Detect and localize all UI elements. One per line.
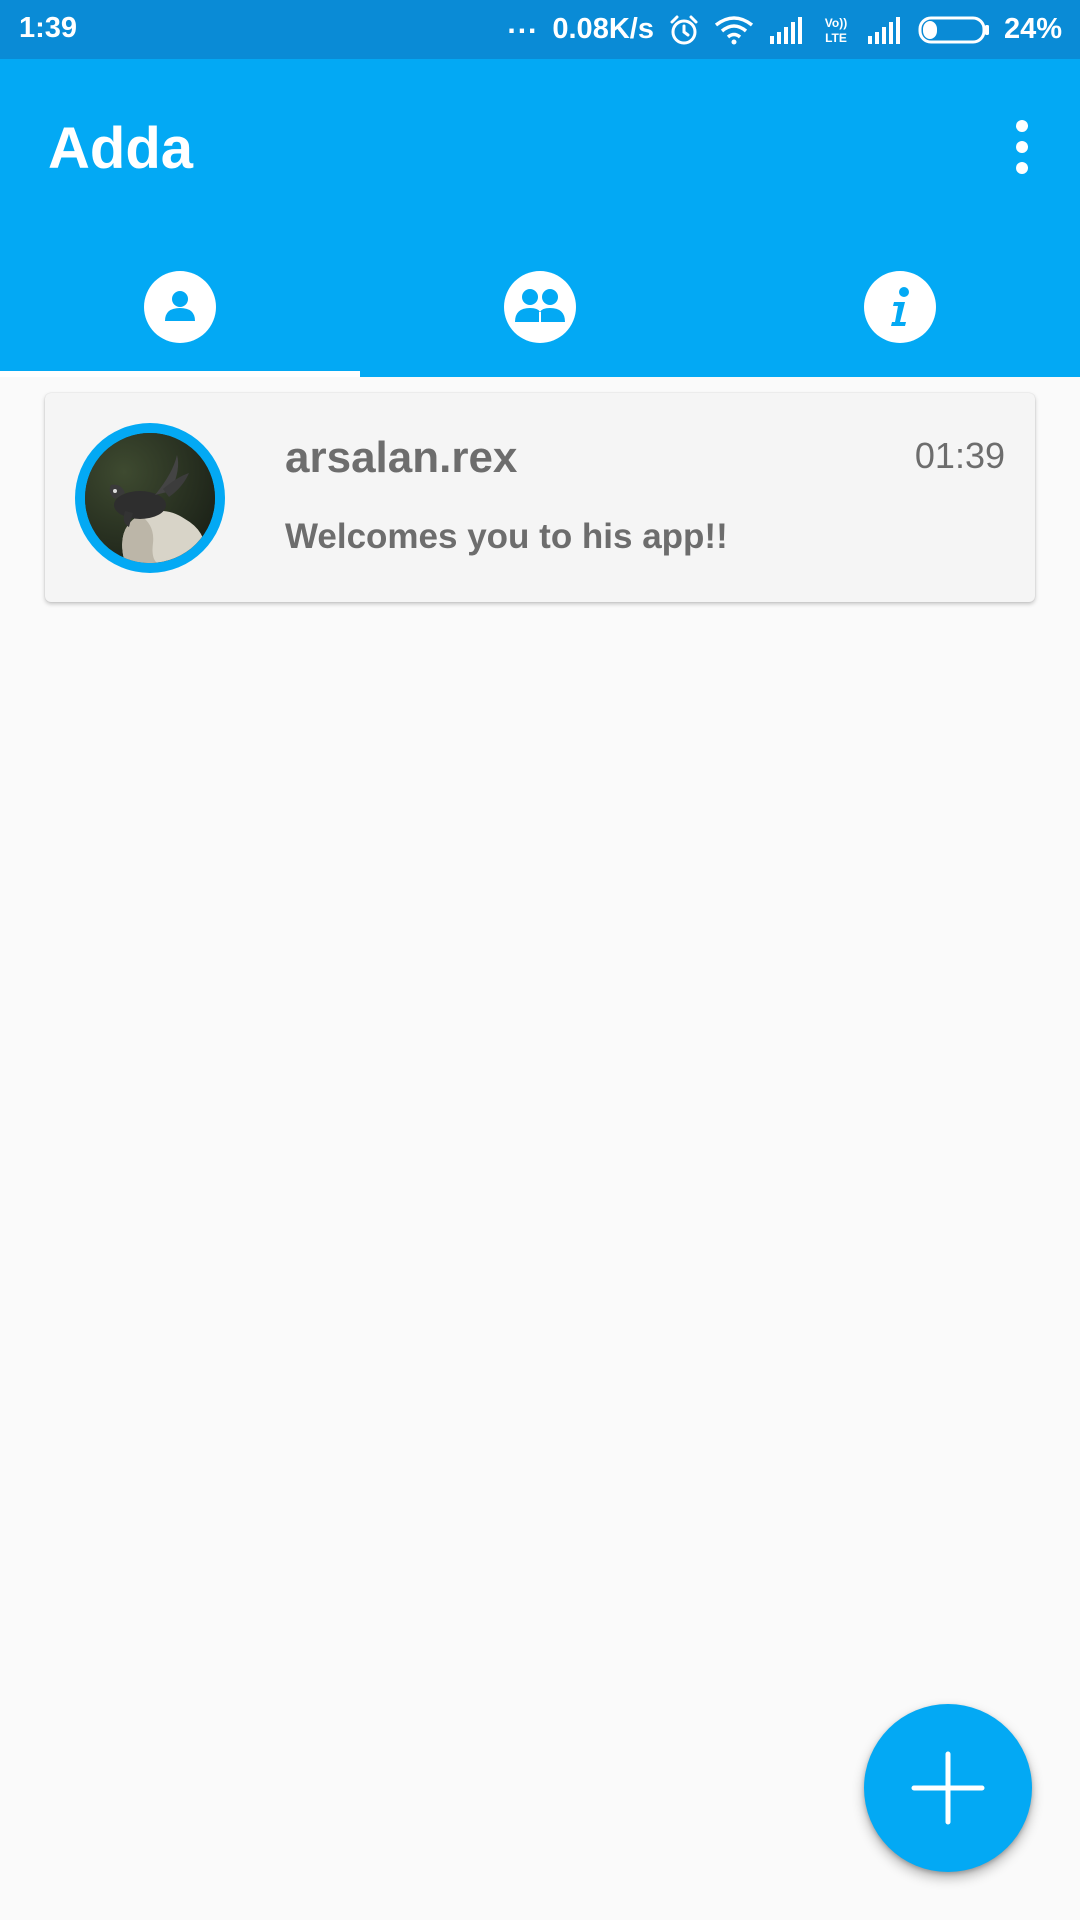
status-dots: ...	[507, 6, 539, 40]
status-time: 1:39	[19, 12, 78, 44]
menu-dot	[1016, 141, 1028, 153]
menu-dot	[1016, 120, 1028, 132]
plus-icon	[911, 1751, 985, 1825]
info-icon	[864, 271, 936, 343]
tab-info[interactable]	[720, 257, 1080, 377]
status-bar: 1:39 ... 0.08K/s Vo)) LTE 24%	[0, 0, 1080, 59]
last-message: Welcomes you to his app!!	[285, 517, 728, 556]
overflow-menu-icon[interactable]	[994, 111, 1050, 183]
avatar	[85, 433, 215, 563]
tab-chats[interactable]	[0, 257, 360, 377]
menu-dot	[1016, 162, 1028, 174]
contact-name: arsalan.rex	[285, 433, 518, 482]
status-icons: ... 0.08K/s Vo)) LTE 24%	[507, 0, 1062, 59]
tab-bar	[0, 257, 1080, 377]
group-icon	[504, 271, 576, 343]
screen: 1:39 ... 0.08K/s Vo)) LTE 24% Adda arsal…	[0, 0, 1080, 1920]
app-title: Adda	[48, 116, 193, 181]
message-time: 01:39	[914, 435, 1005, 476]
network-speed: 0.08K/s	[552, 13, 654, 45]
tab-groups[interactable]	[360, 257, 720, 377]
signal-icon	[866, 16, 904, 44]
svg-text:Vo)): Vo))	[825, 16, 847, 30]
chat-list-item[interactable]: arsalan.rex 01:39 Welcomes you to his ap…	[45, 393, 1035, 602]
avatar-ring	[75, 423, 225, 573]
svg-text:LTE: LTE	[825, 31, 847, 45]
person-icon	[144, 271, 216, 343]
new-chat-fab[interactable]	[864, 1704, 1032, 1872]
alarm-icon	[668, 14, 700, 46]
battery-icon	[918, 15, 990, 45]
app-bar: Adda	[0, 59, 1080, 377]
volte-icon: Vo)) LTE	[820, 14, 852, 46]
battery-percent: 24%	[1003, 13, 1062, 45]
tab-indicator	[0, 371, 360, 377]
wifi-icon	[714, 15, 754, 45]
signal-icon	[768, 16, 806, 44]
